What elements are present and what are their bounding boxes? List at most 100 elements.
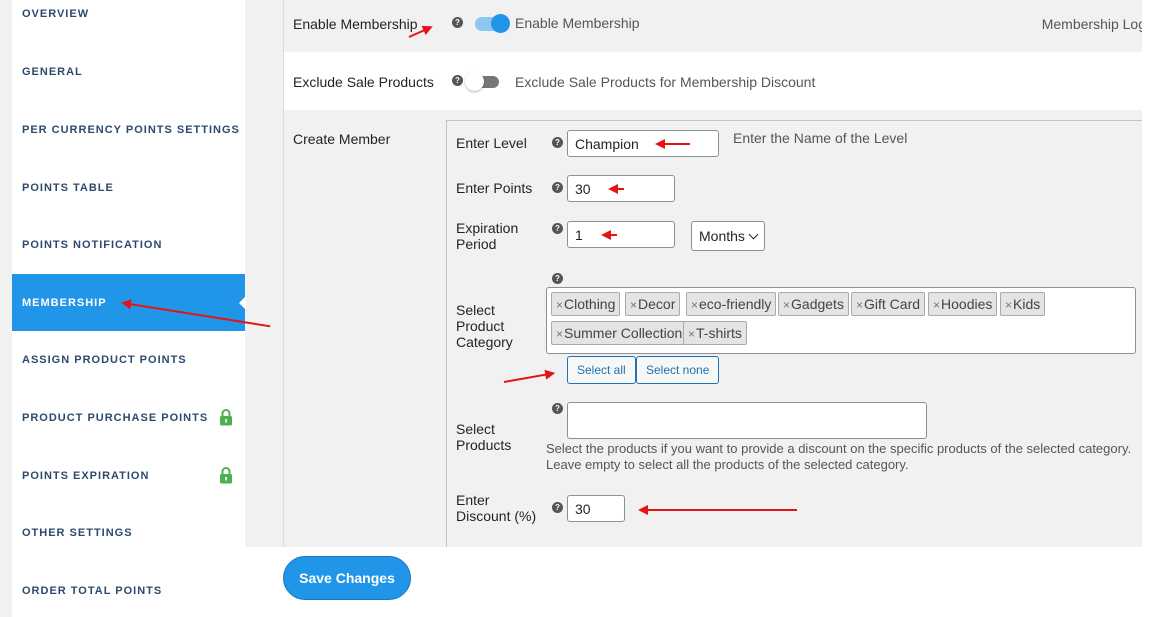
- products-label-line-2: Products: [456, 437, 512, 453]
- tag-label: Clothing: [564, 296, 616, 312]
- product-category-multiselect[interactable]: ×Clothing ×Decor ×eco-friendly ×Gadgets …: [546, 287, 1136, 354]
- tag-label: Decor: [638, 296, 676, 312]
- enter-level-label: Enter Level: [456, 135, 527, 151]
- tag-label: Hoodies: [941, 296, 993, 312]
- level-name-hint: Enter the Name of the Level: [733, 130, 908, 146]
- sidebar-item-per-currency-points-settings[interactable]: PER CURRENCY POINTS SETTINGS: [12, 101, 245, 158]
- select-none-categories-button[interactable]: Select none: [636, 356, 720, 384]
- lock-icon: [220, 409, 232, 426]
- category-tag-summer-collection: ×Summer Collection: [551, 321, 688, 345]
- select-product-category-label: Select Product Category: [456, 302, 513, 350]
- category-label-line-2: Product: [456, 318, 505, 334]
- exclude-sale-products-label: Exclude Sale Products: [293, 74, 434, 90]
- remove-tag-icon[interactable]: ×: [556, 298, 563, 312]
- sidebar-item-label: POINTS TABLE: [22, 181, 114, 194]
- expiration-period-input[interactable]: 1: [567, 221, 675, 248]
- sidebar-item-points-table[interactable]: POINTS TABLE: [12, 159, 245, 216]
- sidebar-item-label: ORDER TOTAL POINTS: [22, 584, 163, 597]
- save-changes-button[interactable]: Save Changes: [283, 556, 411, 600]
- create-member-row: Create Member Enter Level ? Champion Ent…: [284, 110, 1156, 617]
- tag-label: Gift Card: [864, 296, 921, 312]
- toggle-knob: [491, 14, 510, 33]
- tag-label: Summer Collection: [564, 325, 683, 341]
- sidebar-item-label: MEMBERSHIP: [22, 296, 107, 309]
- sidebar-item-label: OVERVIEW: [22, 7, 90, 20]
- remove-tag-icon[interactable]: ×: [856, 298, 863, 312]
- help-icon[interactable]: ?: [552, 502, 563, 513]
- category-tag-eco-friendly: ×eco-friendly: [686, 292, 777, 316]
- discount-input[interactable]: 30: [567, 495, 625, 522]
- select-products-label: Select Products: [456, 421, 511, 453]
- products-label-line-1: Select: [456, 421, 495, 437]
- sidebar-item-product-purchase-points[interactable]: PRODUCT PURCHASE POINTS: [12, 389, 245, 446]
- enable-membership-toggle[interactable]: [475, 14, 510, 33]
- enter-points-label: Enter Points: [456, 180, 533, 196]
- right-edge: [1142, 0, 1164, 617]
- help-icon[interactable]: ?: [552, 223, 563, 234]
- sidebar-item-other-settings[interactable]: OTHER SETTINGS: [12, 504, 245, 561]
- select-products-input[interactable]: [567, 402, 927, 439]
- category-label-line-3: Category: [456, 334, 513, 350]
- remove-tag-icon[interactable]: ×: [556, 327, 563, 341]
- remove-tag-icon[interactable]: ×: [630, 298, 637, 312]
- help-icon[interactable]: ?: [552, 137, 563, 148]
- sidebar-item-label: POINTS NOTIFICATION: [22, 238, 163, 251]
- discount-label-line-2: Discount (%): [456, 508, 537, 524]
- sidebar-item-label: PRODUCT PURCHASE POINTS: [22, 411, 209, 424]
- select-all-categories-button[interactable]: Select all: [567, 356, 636, 384]
- toggle-knob: [465, 72, 484, 91]
- lock-icon: [220, 467, 232, 484]
- help-icon[interactable]: ?: [452, 17, 463, 28]
- remove-tag-icon[interactable]: ×: [691, 298, 698, 312]
- annotation-arrow: [601, 230, 617, 240]
- tag-label: Kids: [1013, 296, 1041, 312]
- category-tag-t-shirts: ×T-shirts: [683, 321, 747, 345]
- annotation-arrow: [608, 184, 624, 194]
- sidebar-item-label: OTHER SETTINGS: [22, 526, 133, 539]
- annotation-arrow: [638, 505, 797, 515]
- enter-discount-label: Enter Discount (%): [456, 492, 536, 524]
- sidebar-item-points-expiration[interactable]: POINTS EXPIRATION: [12, 447, 245, 504]
- membership-log-link[interactable]: Membership Log: [1042, 16, 1146, 32]
- category-tag-hoodies: ×Hoodies: [928, 292, 998, 316]
- category-tag-gadgets: ×Gadgets: [778, 292, 849, 316]
- category-label-line-1: Select: [456, 302, 495, 318]
- exclude-sale-products-toggle-label: Exclude Sale Products for Membership Dis…: [515, 74, 816, 90]
- help-icon[interactable]: ?: [552, 182, 563, 193]
- chevron-down-icon: [748, 229, 759, 240]
- enable-membership-toggle-label: Enable Membership: [515, 15, 640, 31]
- help-icon[interactable]: ?: [552, 273, 563, 284]
- tag-label: T-shirts: [696, 325, 742, 341]
- annotation-arrow: [655, 139, 690, 149]
- help-icon[interactable]: ?: [452, 75, 463, 86]
- exclude-sale-products-row: Exclude Sale Products ? Exclude Sale Pro…: [284, 52, 1156, 110]
- select-products-help: Select the products if you want to provi…: [546, 441, 1132, 472]
- expiration-label-line-2: Period: [456, 236, 497, 252]
- exclude-sale-products-toggle[interactable]: [465, 72, 499, 91]
- create-member-label: Create Member: [293, 131, 391, 147]
- category-tag-decor: ×Decor: [625, 292, 681, 316]
- tag-label: eco-friendly: [699, 296, 772, 312]
- sidebar-item-order-total-points[interactable]: ORDER TOTAL POINTS: [12, 562, 245, 617]
- sidebar-item-points-notification[interactable]: POINTS NOTIFICATION: [12, 216, 245, 273]
- sidebar-item-assign-product-points[interactable]: ASSIGN PRODUCT POINTS: [12, 331, 245, 388]
- level-name-input[interactable]: Champion: [567, 130, 719, 157]
- category-tag-clothing: ×Clothing: [551, 292, 621, 316]
- category-tag-gift-card: ×Gift Card: [851, 292, 926, 316]
- remove-tag-icon[interactable]: ×: [688, 327, 695, 341]
- sidebar-item-overview[interactable]: OVERVIEW: [12, 0, 245, 42]
- expiration-label-line-1: Expiration: [456, 220, 519, 236]
- help-icon[interactable]: ?: [552, 403, 563, 414]
- enable-membership-label: Enable Membership: [293, 16, 418, 32]
- sidebar-item-label: PER CURRENCY POINTS SETTINGS: [22, 123, 240, 136]
- discount-label-line-1: Enter: [456, 492, 490, 508]
- sidebar-item-label: GENERAL: [22, 65, 83, 78]
- sidebar-item-general[interactable]: GENERAL: [12, 43, 245, 100]
- sidebar-item-label: POINTS EXPIRATION: [22, 469, 150, 482]
- expiration-unit-value: Months: [699, 228, 745, 244]
- remove-tag-icon[interactable]: ×: [1005, 298, 1012, 312]
- expiration-unit-select[interactable]: Months: [691, 221, 765, 251]
- remove-tag-icon[interactable]: ×: [933, 298, 940, 312]
- remove-tag-icon[interactable]: ×: [783, 298, 790, 312]
- category-tag-kids: ×Kids: [1000, 292, 1046, 316]
